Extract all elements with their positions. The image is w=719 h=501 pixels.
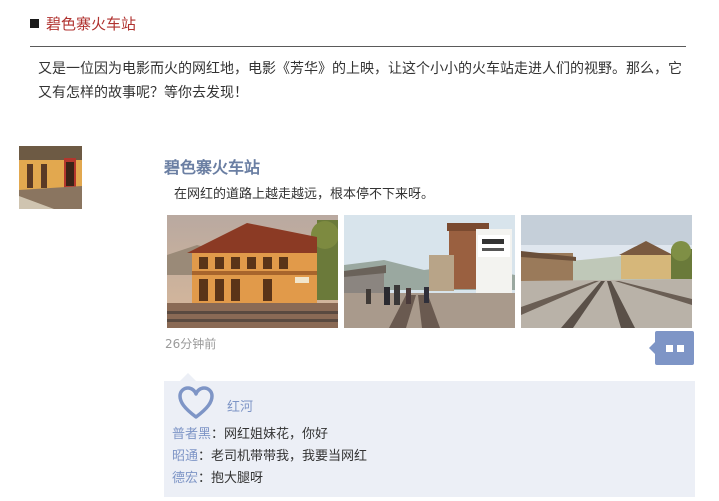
comment-separator: ：	[198, 471, 212, 486]
dot-icon	[665, 344, 673, 352]
post-text: 在网红的道路上越走越远，根本停不下来呀。	[174, 187, 435, 202]
square-bullet-icon	[30, 18, 39, 28]
section-title: 碧色寨火车站	[46, 14, 137, 33]
commenter-name[interactable]: 普者黑	[172, 427, 211, 442]
intro-paragraph: 又是一位因为电影而火的网红地，电影《芳华》的上映，让这个小小的火车站走进人们的视…	[38, 61, 682, 101]
title-divider	[30, 46, 686, 47]
liker-name[interactable]: 红河	[227, 396, 253, 415]
comment-bubble-icon[interactable]	[649, 331, 694, 365]
dot-icon	[676, 344, 684, 352]
avatar[interactable]	[19, 146, 82, 209]
tracks-photo[interactable]	[521, 215, 692, 328]
commenter-name[interactable]: 德宏	[172, 471, 198, 486]
comment-text: 老司机带带我，我要当网红	[211, 449, 368, 464]
station-building-photo[interactable]	[167, 215, 338, 328]
post-author[interactable]: 碧色寨火车站	[164, 154, 260, 178]
comment-separator: ：	[211, 427, 225, 442]
feedback-panel: 红河 普者黑：网红姐妹花，你好 昭通：老司机带带我，我要当网红 德宏：抱大腿呀	[164, 373, 695, 497]
commenter-name[interactable]: 昭通	[172, 449, 198, 464]
comment-text: 网红姐妹花，你好	[224, 427, 329, 442]
comment-item: 普者黑：网红姐妹花，你好	[172, 423, 328, 442]
comment-separator: ：	[198, 449, 212, 464]
section-header: 碧色寨火车站	[30, 10, 136, 36]
heart-icon[interactable]	[178, 386, 214, 420]
comment-item: 德宏：抱大腿呀	[172, 467, 263, 486]
platform-crowd-photo[interactable]	[344, 215, 515, 328]
comment-item: 昭通：老司机带带我，我要当网红	[172, 445, 367, 464]
comment-text: 抱大腿呀	[211, 471, 264, 486]
post-time: 26分钟前	[165, 337, 217, 351]
